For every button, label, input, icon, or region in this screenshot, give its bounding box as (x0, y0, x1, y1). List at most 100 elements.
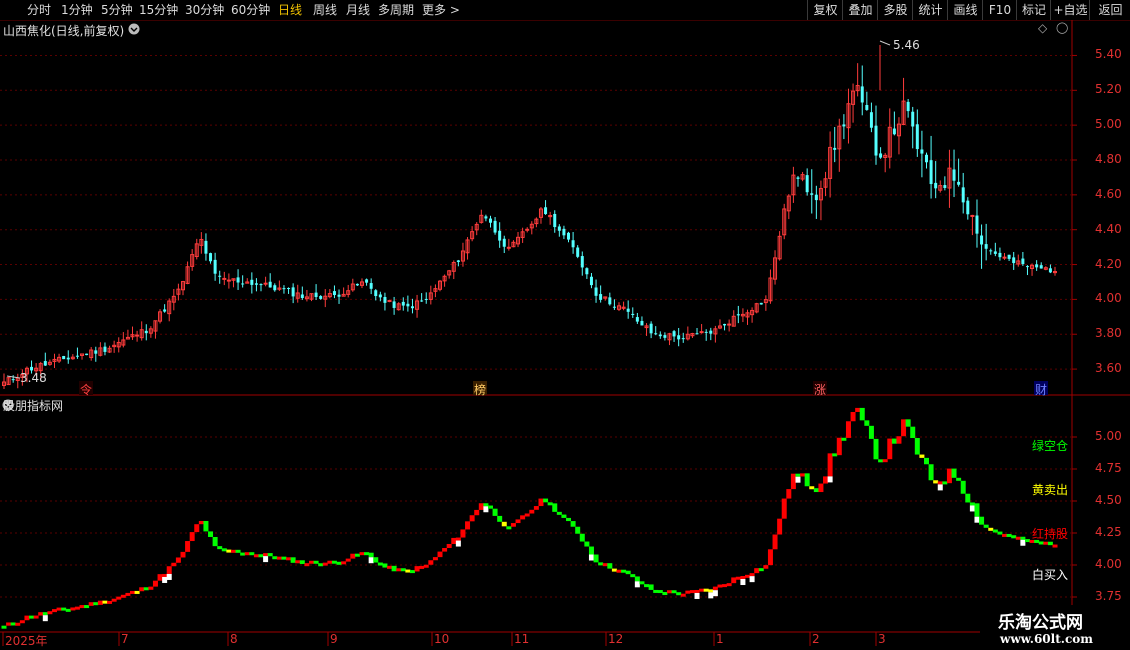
indicator-step (754, 568, 760, 574)
indicator-step (391, 565, 397, 572)
indicator-step (382, 563, 388, 568)
candle-body (241, 283, 245, 285)
indicator-step (570, 521, 576, 527)
indicator-step (125, 592, 131, 596)
candle-body (585, 268, 589, 275)
indicator-step (928, 464, 934, 481)
indicator-step (253, 554, 259, 558)
diamond-icon: ◇ (1038, 21, 1048, 35)
indicator-step (983, 524, 989, 528)
indicator-step (414, 566, 420, 572)
candle-body (594, 287, 598, 296)
candle-body (103, 346, 107, 352)
indicator-step (29, 615, 35, 619)
indicator-step (116, 596, 122, 600)
indicator-step (616, 569, 622, 573)
indicator-step (65, 608, 71, 612)
price-tick-label: 4.60 (1095, 186, 1122, 201)
indicator-step (699, 588, 705, 592)
indicator-step (1043, 541, 1049, 545)
indicator-step (937, 481, 943, 485)
candle-body (709, 330, 713, 334)
indicator-step (405, 569, 411, 573)
indicator-step (230, 549, 236, 553)
indicator-step (731, 577, 737, 584)
indicator-step (878, 459, 884, 463)
indicator-step (818, 483, 824, 493)
candle-body (635, 317, 639, 322)
indicator-step (735, 576, 741, 580)
indicator-white-mark (827, 476, 833, 483)
indicator-step (258, 554, 264, 558)
indicator-step (515, 519, 521, 524)
candle-body (975, 215, 979, 234)
indicator-step (864, 420, 870, 426)
indicator-step (800, 473, 806, 477)
indicator-step (933, 480, 939, 484)
indicator-step (70, 607, 76, 611)
indicator-step (157, 574, 163, 581)
stock-chart (0, 20, 1130, 646)
candle-body (1039, 265, 1043, 269)
indicator-step (171, 562, 177, 567)
candle-body (11, 379, 15, 381)
indicator-step (442, 548, 448, 552)
candle-body (204, 240, 208, 254)
candle-body (268, 281, 272, 288)
candle-body (576, 247, 580, 257)
indicator-step (1011, 535, 1017, 539)
candle-body (66, 357, 70, 360)
indicator-step (566, 517, 572, 522)
candle-body (672, 331, 676, 337)
candle-body (259, 284, 263, 286)
time-label: 8 (230, 632, 238, 646)
candle-body (814, 194, 818, 201)
candle-body (874, 125, 878, 156)
indicator-step (373, 557, 379, 563)
indicator-step (217, 546, 223, 550)
indicator-white-mark (483, 506, 489, 513)
candle-body (805, 175, 809, 193)
indicator-step (662, 592, 668, 596)
indicator-step (152, 580, 158, 587)
indicator-step (299, 560, 305, 564)
candle-body (498, 230, 502, 241)
indicator-step (767, 549, 773, 566)
indicator-step (308, 560, 314, 564)
indicator-step (680, 593, 686, 597)
indicator-step (763, 565, 769, 569)
indicator-step (313, 560, 319, 564)
candle-body (420, 300, 424, 302)
indicator-step (836, 437, 842, 456)
indicator-step (561, 514, 567, 518)
indicator-step (203, 520, 209, 532)
price-tick-label: 3.60 (1095, 361, 1122, 376)
candle-body (759, 302, 763, 305)
candle-body (484, 216, 488, 219)
indicator-step (198, 520, 204, 525)
indicator-step (676, 592, 682, 596)
indicator-white-mark (162, 576, 168, 583)
candle-body (410, 306, 414, 309)
candle-body (1012, 257, 1016, 264)
indicator-step (942, 481, 948, 485)
indicator-step (965, 493, 971, 503)
indicator-tick-label: 4.50 (1095, 493, 1122, 507)
indicator-white-mark (969, 505, 975, 512)
indicator-step (740, 576, 746, 580)
indicator-step (189, 532, 195, 542)
indicator-step (781, 498, 787, 519)
candle-body (640, 320, 644, 326)
indicator-step (19, 620, 25, 624)
indicator-step (102, 600, 108, 604)
event-marker: 涨 (814, 383, 827, 397)
candle-body (562, 228, 566, 236)
indicator-step (483, 503, 489, 507)
indicator-step (611, 568, 617, 572)
indicator-step (263, 553, 269, 557)
indicator-step (639, 581, 645, 585)
indicator-step (887, 438, 893, 460)
candle-body (424, 298, 428, 300)
high-pointer (879, 40, 891, 46)
candle-body (924, 154, 928, 163)
